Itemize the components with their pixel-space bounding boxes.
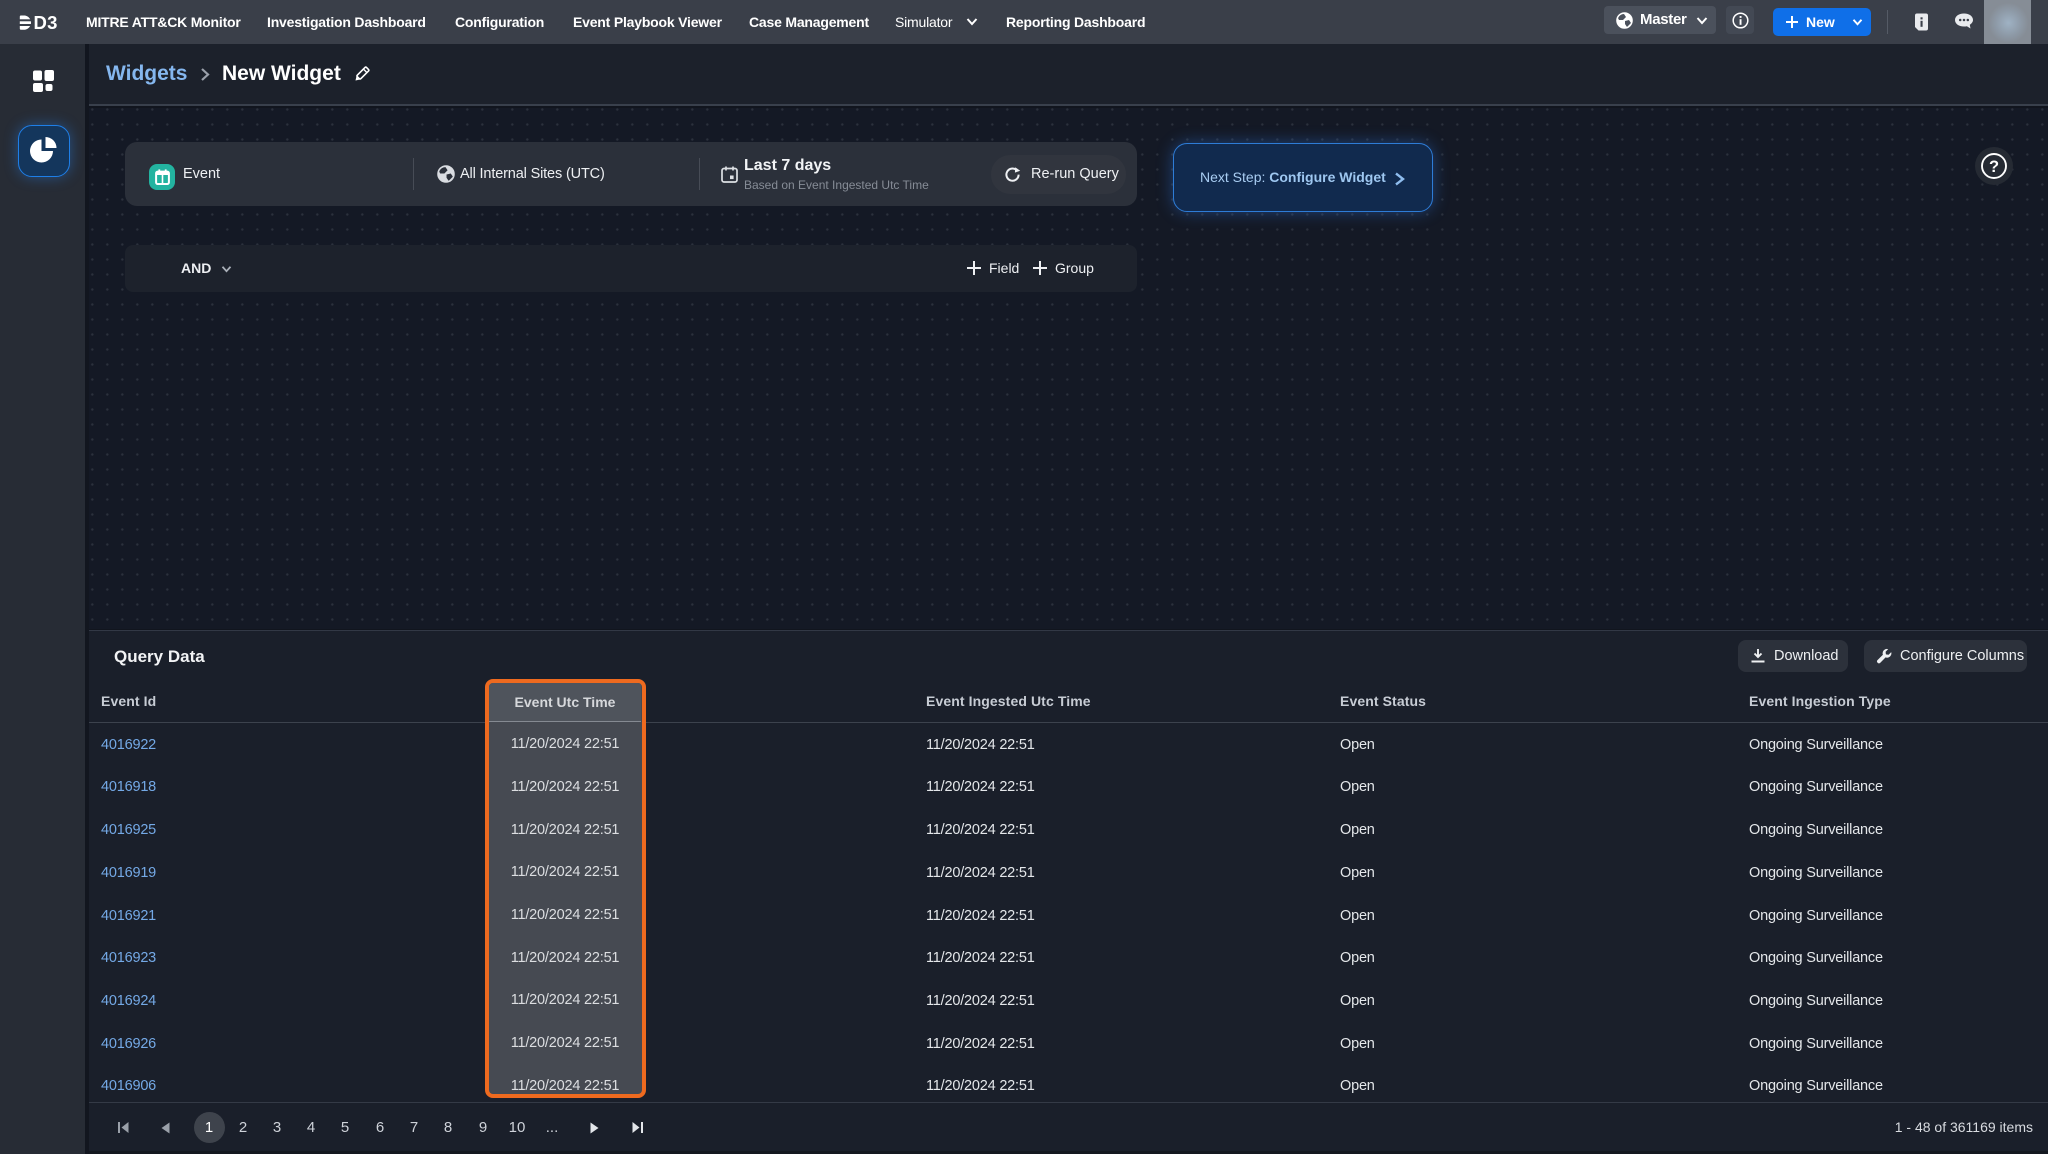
svg-text:D3: D3 <box>34 15 58 30</box>
svg-text:?: ? <box>1989 158 1999 176</box>
